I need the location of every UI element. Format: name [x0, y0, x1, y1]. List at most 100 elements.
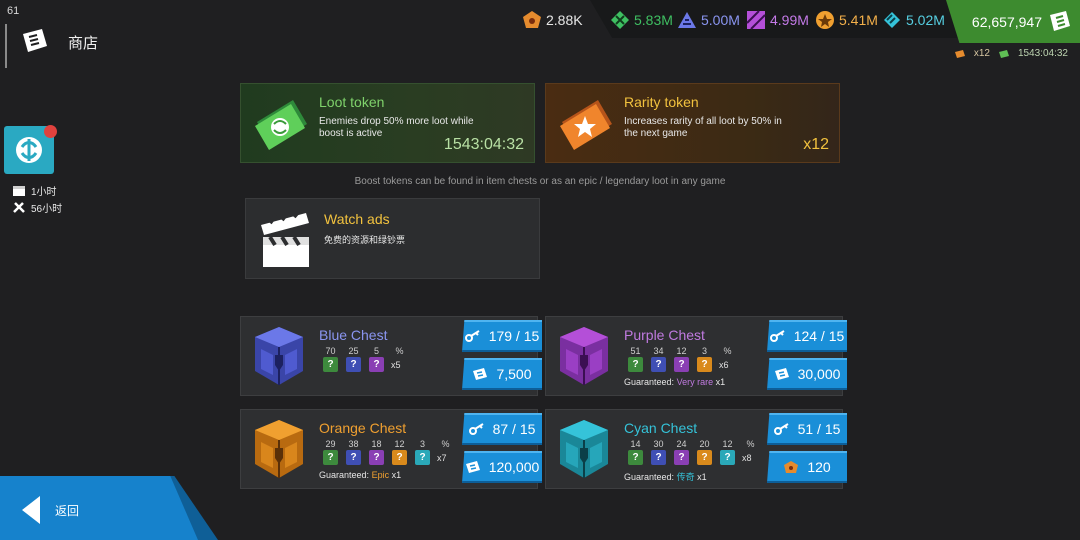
- watch-ads-desc: 免费的资源和绿钞票: [324, 235, 406, 245]
- back-label: 返回: [55, 504, 80, 518]
- rarity-purple-icon: ?: [369, 357, 384, 372]
- rarity-blue-icon: ?: [651, 357, 666, 372]
- orange-chest-buy-button[interactable]: 120,000: [462, 451, 542, 483]
- odds-value: 24: [676, 439, 687, 449]
- rarity-purple-icon: ?: [674, 450, 689, 465]
- odds-value: 12: [676, 346, 687, 356]
- key-count: 51 / 15: [797, 421, 841, 437]
- chest-name: Orange Chest: [319, 420, 407, 436]
- orange-chest-icon: [255, 420, 303, 478]
- guaranteed-count: x1: [715, 377, 726, 387]
- chest-name: Purple Chest: [624, 327, 705, 343]
- ticket-icon: [23, 29, 47, 52]
- guaranteed-rarity: Epic: [371, 470, 390, 480]
- odds-value: 12: [394, 439, 405, 449]
- money-value: 62,657,947: [971, 13, 1042, 30]
- orange-star-icon: [816, 11, 834, 29]
- rarity-orange-icon: ?: [697, 357, 712, 372]
- blue-chest-buy-button[interactable]: 7,500: [462, 358, 542, 390]
- rarity-count: x12: [973, 48, 990, 59]
- key-count: 87 / 15: [492, 421, 536, 437]
- chest-price: 120: [807, 459, 831, 475]
- purple-stripes-icon: [746, 10, 766, 30]
- rarity-purple-icon: ?: [674, 357, 689, 372]
- odds-value: 12: [722, 439, 733, 449]
- cyan-chest-key-button[interactable]: 51 / 15: [767, 413, 847, 445]
- rarity-token-desc: Increases rarity of all loot by 50% in t…: [624, 116, 782, 139]
- chest-odds: 70 25 5 %: [319, 346, 411, 356]
- clapperboard-icon: [261, 211, 309, 267]
- odds-value: 30: [653, 439, 664, 449]
- green-crystal-icon: [611, 11, 629, 29]
- rarity-orange-icon: ?: [392, 450, 407, 465]
- back-arrow-icon: [22, 496, 40, 524]
- resource-value: 5.41M: [839, 12, 878, 28]
- rarity-cyan-icon: ?: [720, 450, 735, 465]
- chest-name: Cyan Chest: [624, 420, 698, 436]
- odds-value: 3: [701, 346, 707, 356]
- resource-value: 2.88K: [546, 12, 583, 28]
- guaranteed-count: x1: [391, 470, 402, 480]
- chest-rarities: ? ? ? ? ? x8: [624, 450, 752, 465]
- odds-value: 51: [630, 346, 641, 356]
- rarity-ticket-icon: [954, 49, 965, 58]
- rarity-green-icon: ?: [323, 357, 338, 372]
- tools-timer: 56小时: [12, 200, 62, 215]
- chest-price: 30,000: [797, 366, 841, 382]
- chest-price: 120,000: [488, 459, 540, 475]
- chest-timer: 1小时: [12, 183, 57, 198]
- blue-chest-key-button[interactable]: 179 / 15: [462, 320, 542, 352]
- key-count: 124 / 15: [793, 328, 845, 344]
- watch-ads-title: Watch ads: [324, 211, 390, 227]
- orange-chest-key-button[interactable]: 87 / 15: [462, 413, 542, 445]
- chest-multiplier: x7: [437, 452, 447, 463]
- chest-multiplier: x6: [719, 359, 729, 370]
- guaranteed-label: Guaranteed:: [319, 470, 370, 480]
- rarity-purple-icon: ?: [369, 450, 384, 465]
- cyan-chest-buy-button[interactable]: 120: [767, 451, 847, 483]
- fps-counter: 61: [7, 5, 20, 17]
- watch-ads-card[interactable]: Watch ads 免费的资源和绿钞票: [245, 198, 540, 279]
- key-icon: [769, 330, 785, 342]
- rarity-ticket-icon: [560, 100, 612, 150]
- resource-purple: 4.99M: [746, 9, 809, 31]
- purple-chest-key-button[interactable]: 124 / 15: [767, 320, 847, 352]
- rarity-green-icon: ?: [323, 450, 338, 465]
- chest-name: Blue Chest: [319, 327, 388, 343]
- odds-value: 70: [325, 346, 336, 356]
- rarity-token-title: Rarity token: [624, 94, 699, 110]
- key-count: 179 / 15: [488, 328, 540, 344]
- chest-price: 7,500: [496, 366, 532, 382]
- loot-ticket-icon: [255, 100, 307, 150]
- chest-guaranteed: Guaranteed: Epic x1: [319, 470, 401, 480]
- key-icon: [773, 423, 789, 435]
- chest-rarities: ? ? ? ? x6: [624, 357, 729, 372]
- rarity-green-icon: ?: [628, 450, 643, 465]
- chest-multiplier: x8: [742, 452, 752, 463]
- clan-emblem-icon: [16, 137, 42, 163]
- chest-guaranteed: Guaranteed: Very rare x1: [624, 377, 725, 387]
- chest-rarities: ? ? ? ? ? x7: [319, 450, 447, 465]
- rarity-cyan-icon: ?: [415, 450, 430, 465]
- loot-ticket-icon: [998, 49, 1009, 58]
- loot-token-card[interactable]: Loot token Enemies drop 50% more loot wh…: [240, 83, 535, 163]
- page-title: 商店: [68, 35, 99, 52]
- odds-value: 5: [373, 346, 379, 356]
- guaranteed-label: Guaranteed:: [624, 472, 675, 482]
- guaranteed-label: Guaranteed:: [624, 377, 675, 387]
- resource-value: 5.00M: [701, 12, 740, 28]
- key-icon: [468, 423, 484, 435]
- odds-unit: %: [441, 439, 450, 449]
- odds-value: 3: [419, 439, 425, 449]
- title-divider: [5, 24, 7, 68]
- boost-hint: Boost tokens can be found in item chests…: [354, 176, 726, 187]
- odds-value: 20: [699, 439, 710, 449]
- rarity-token-count: x12: [803, 136, 829, 153]
- odds-unit: %: [723, 346, 732, 356]
- purple-chest-buy-button[interactable]: 30,000: [767, 358, 847, 390]
- odds-value: 34: [653, 346, 664, 356]
- rarity-token-card[interactable]: Rarity token Increases rarity of all loo…: [545, 83, 840, 163]
- guaranteed-rarity: 传奇: [676, 472, 695, 482]
- odds-value: 18: [371, 439, 382, 449]
- cash-icon: [1050, 11, 1070, 31]
